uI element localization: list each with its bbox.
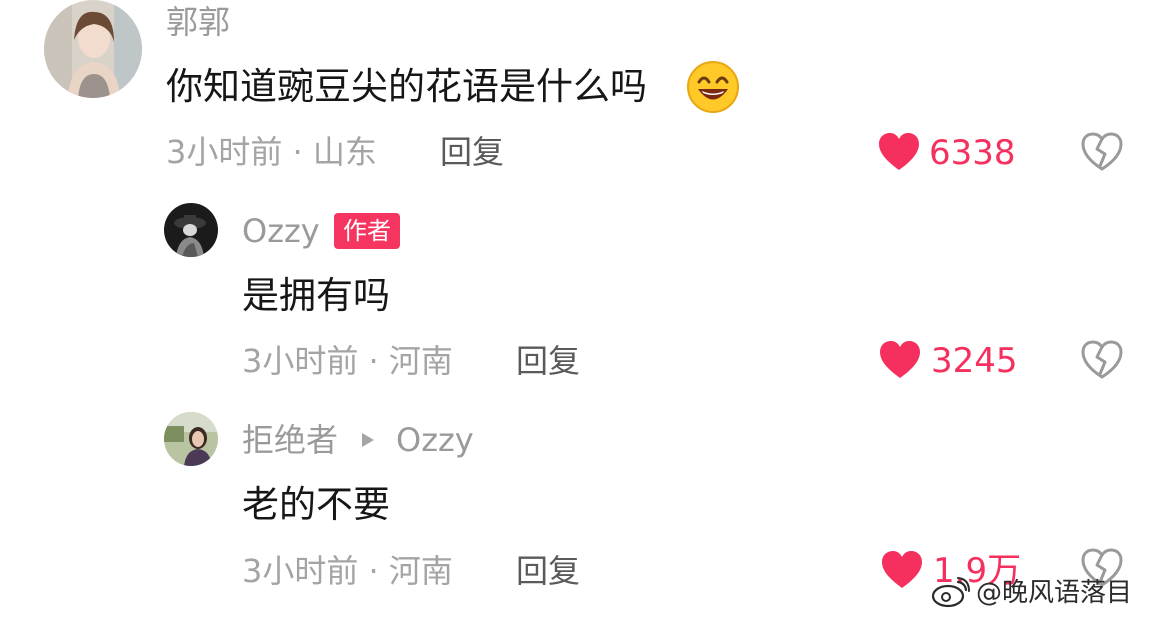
author-badge: 作者 bbox=[334, 213, 400, 249]
heart-icon[interactable] bbox=[877, 132, 921, 172]
broken-heart-icon[interactable] bbox=[1080, 340, 1124, 380]
comment-time-location: 3小时前 · 河南 bbox=[242, 552, 453, 590]
avatar[interactable] bbox=[44, 0, 142, 98]
reply-to-username[interactable]: Ozzy bbox=[396, 424, 474, 456]
reply-button[interactable]: 回复 bbox=[516, 345, 580, 377]
weibo-logo-icon bbox=[930, 576, 970, 608]
triangle-right-icon bbox=[360, 431, 376, 449]
comment-text: 老的不要 bbox=[242, 483, 390, 526]
comment-username[interactable]: 拒绝者 bbox=[242, 424, 338, 456]
heart-icon[interactable] bbox=[878, 340, 922, 380]
reply-button[interactable]: 回复 bbox=[516, 555, 580, 587]
comment-username[interactable]: Ozzy bbox=[242, 215, 320, 247]
watermark: @晚风语落目 bbox=[976, 578, 1133, 608]
comment-time-location: 3小时前 · 山东 bbox=[166, 133, 377, 171]
reply-button[interactable]: 回复 bbox=[440, 136, 504, 168]
broken-heart-icon[interactable] bbox=[1080, 132, 1124, 172]
avatar[interactable] bbox=[164, 412, 218, 466]
comment-username[interactable]: 郭郭 bbox=[166, 6, 230, 38]
laughing-emoji-icon bbox=[686, 60, 740, 114]
comment-text: 是拥有吗 bbox=[242, 274, 390, 317]
comment-text: 你知道豌豆尖的花语是什么吗 bbox=[166, 65, 647, 108]
like-count: 6338 bbox=[929, 133, 1016, 173]
avatar[interactable] bbox=[164, 203, 218, 257]
like-count: 3245 bbox=[931, 341, 1018, 381]
comment-time-location: 3小时前 · 河南 bbox=[242, 342, 453, 380]
heart-icon[interactable] bbox=[880, 550, 924, 590]
